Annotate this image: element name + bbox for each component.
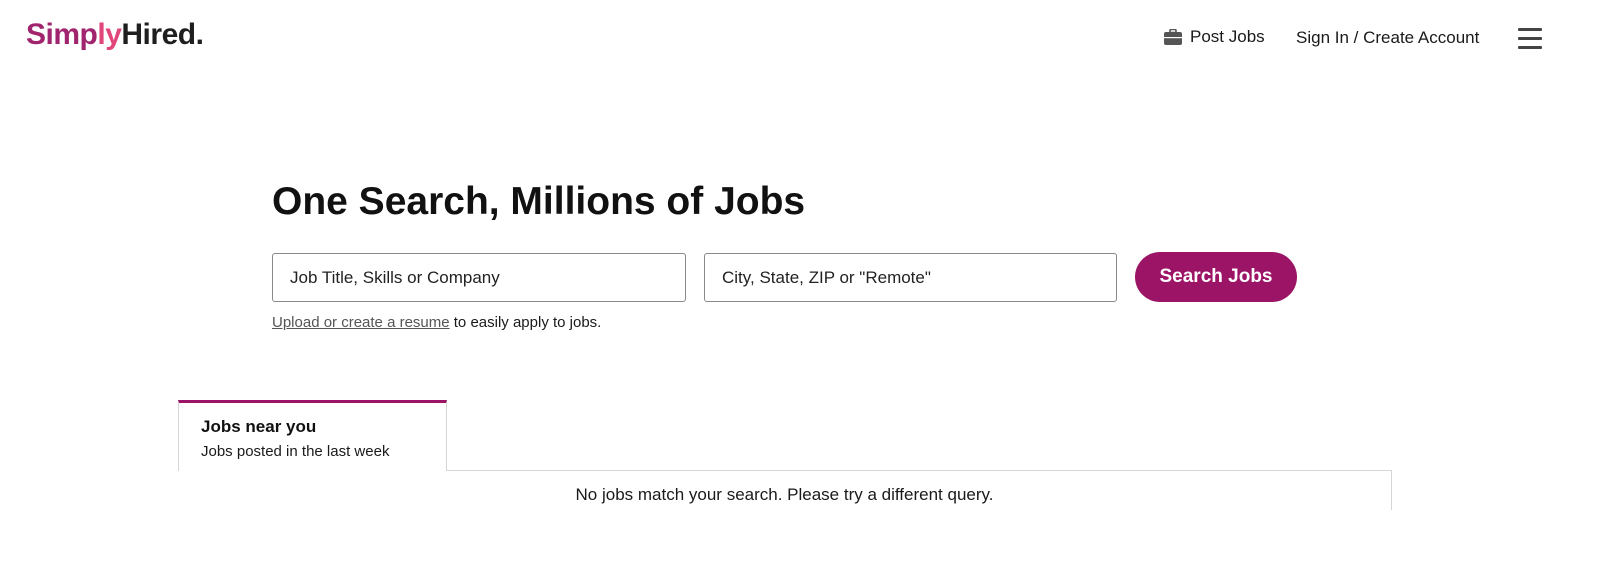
post-jobs-label: Post Jobs	[1190, 27, 1265, 46]
resume-prompt: Upload or create a resume to easily appl…	[272, 314, 601, 331]
simplyhired-logo[interactable]: SimplyHired.	[26, 18, 204, 52]
post-jobs-link[interactable]: Post Jobs	[1164, 27, 1265, 47]
tab-jobs-near-you[interactable]: Jobs near you Jobs posted in the last we…	[178, 400, 447, 471]
page-title: One Search, Millions of Jobs	[272, 180, 806, 223]
logo-hired: Hired.	[121, 18, 204, 51]
logo-simply: Simp	[26, 18, 98, 51]
upload-resume-link[interactable]: Upload or create a resume	[272, 314, 450, 331]
location-input[interactable]	[705, 254, 1116, 301]
empty-results-message: No jobs match your search. Please try a …	[575, 485, 994, 504]
job-title-input[interactable]	[273, 254, 685, 301]
resume-prompt-suffix: to easily apply to jobs.	[449, 314, 602, 331]
search-jobs-button[interactable]: Search Jobs	[1135, 252, 1297, 302]
jobs-results-panel: No jobs match your search. Please try a …	[178, 470, 1392, 510]
logo-ply: ly	[97, 18, 122, 51]
job-title-field[interactable]	[272, 253, 686, 302]
briefcase-icon	[1164, 29, 1182, 45]
tab-title: Jobs near you	[201, 417, 317, 436]
site-header: SimplyHired. Post Jobs Sign In / Create …	[0, 0, 1600, 78]
hamburger-menu-icon[interactable]	[1518, 28, 1542, 50]
tab-subtitle: Jobs posted in the last week	[201, 443, 390, 460]
location-field[interactable]	[704, 253, 1117, 302]
sign-in-create-account-link[interactable]: Sign In / Create Account	[1296, 28, 1479, 48]
